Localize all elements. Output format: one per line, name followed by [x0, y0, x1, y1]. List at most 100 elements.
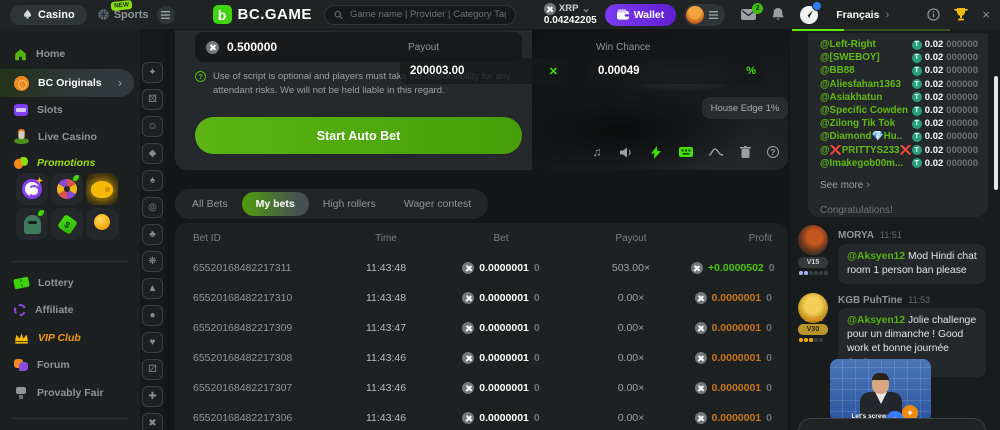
win-chance-input[interactable]: 0.00049 % — [588, 58, 766, 84]
xrp-coin-icon — [695, 322, 707, 334]
hotkeys-keyboard-icon[interactable] — [678, 144, 694, 160]
chat-username[interactable]: KGB PuhTine11:53 — [838, 295, 930, 306]
table-row[interactable]: 65520168482217311 11:43:48 0.00000010 50… — [175, 253, 788, 283]
bet-multiplier: 503.00× — [571, 262, 691, 274]
sidebar-item-forum[interactable]: Forum — [0, 352, 140, 378]
promo-tile-ghost[interactable] — [16, 208, 48, 240]
winner-row[interactable]: @Aliesfahan1363T0.02000000 — [820, 78, 978, 91]
winner-row[interactable]: @Specific CowdenT0.02000000 — [820, 104, 978, 117]
table-row[interactable]: 65520168482217307 11:43:46 0.00000010 0.… — [175, 373, 788, 403]
winner-row[interactable]: @Diamond💎Hu..T0.02000000 — [820, 130, 978, 143]
bet-profit: 0.00000010 — [691, 322, 772, 334]
help-icon[interactable]: ? — [767, 146, 779, 158]
language-selector[interactable]: Français › — [836, 9, 889, 21]
col-time: Time — [341, 233, 431, 244]
see-more-button[interactable]: See more › — [820, 179, 978, 191]
tab-my-bets[interactable]: My bets — [242, 192, 309, 216]
winner-row[interactable]: @❌PRITTYS233❌T0.02000000 — [820, 144, 978, 157]
col-payout: Payout — [571, 233, 691, 244]
game-shortcut-icon[interactable]: ♠ — [142, 170, 163, 191]
winner-row[interactable]: @Zilong Tik TokT0.02000000 — [820, 117, 978, 130]
chat-header-actions: × — [927, 7, 990, 22]
sidebar-item-vip-club[interactable]: VIP Club — [0, 325, 140, 351]
winner-amount: T0.02000000 — [912, 65, 978, 76]
game-shortcut-icon[interactable]: ⚄ — [142, 89, 163, 110]
inbox-button[interactable]: 2 — [741, 9, 756, 20]
game-shortcut-icon[interactable]: ✦ — [142, 62, 163, 83]
collapse-menu-button[interactable] — [157, 6, 175, 24]
winner-name: @BB88 — [820, 65, 855, 76]
music-icon[interactable]: ♫ — [589, 144, 605, 160]
tab-high-rollers[interactable]: High rollers — [309, 192, 390, 216]
promo-tile-coin-drop[interactable] — [86, 208, 118, 240]
game-shortcut-icon[interactable]: ♥ — [142, 332, 163, 353]
payout-input[interactable]: 200003.00 ✕ — [400, 58, 568, 84]
start-auto-bet-button[interactable]: Start Auto Bet — [195, 117, 522, 154]
casino-tab[interactable]: Casino — [10, 5, 87, 25]
sidebar-item-live-casino[interactable]: Live Casino — [0, 124, 140, 150]
promo-tile-spin[interactable] — [16, 173, 48, 205]
game-shortcut-icon[interactable]: ◆ — [142, 143, 163, 164]
sidebar-item-bc-originals[interactable]: BC Originals › — [0, 69, 134, 97]
game-shortcut-icon[interactable]: ● — [142, 305, 163, 326]
tab-wager-contest[interactable]: Wager contest — [390, 192, 485, 216]
winner-row[interactable]: @Imakegob00m...T0.02000000 — [820, 157, 978, 170]
promotions-icon — [14, 157, 28, 170]
info-icon[interactable] — [927, 8, 940, 21]
search-input[interactable] — [350, 9, 506, 20]
game-shortcut-icon[interactable]: ▲ — [142, 278, 163, 299]
trophy-icon[interactable] — [954, 8, 968, 21]
wallet-button[interactable]: Wallet — [605, 4, 677, 26]
sidebar-item-provably-fair[interactable]: Provably Fair — [0, 380, 140, 406]
language-label: Français — [836, 9, 879, 21]
table-row[interactable]: 65520168482217309 11:43:47 0.00000010 0.… — [175, 313, 788, 343]
promo-tile-piggy[interactable] — [86, 173, 118, 205]
sports-tab[interactable]: NEW Sports — [97, 8, 149, 21]
chat-input[interactable] — [798, 418, 986, 430]
logo-text: BC.GAME — [238, 6, 312, 23]
win-chance-label: Win Chance — [596, 42, 650, 53]
live-stats-icon[interactable] — [708, 144, 724, 160]
sound-icon[interactable] — [619, 144, 635, 160]
mention[interactable]: @Aksyen12 — [847, 251, 905, 262]
sidebar-item-lottery[interactable]: Lottery — [0, 270, 140, 296]
mention[interactable]: @Aksyen12 — [847, 315, 905, 326]
winner-row[interactable]: @BB88 T0.02000000 — [820, 64, 978, 77]
game-shortcut-icon[interactable]: ☺ — [142, 116, 163, 137]
chat-username[interactable]: MORYA11:51 — [838, 230, 902, 241]
table-row[interactable]: 65520168482217310 11:43:48 0.00000010 0.… — [175, 283, 788, 313]
promo-tile-wheel[interactable] — [51, 173, 83, 205]
game-shortcut-icon[interactable]: ✚ — [142, 386, 163, 407]
profile-menu[interactable] — [684, 4, 725, 26]
close-chat-icon[interactable]: × — [982, 7, 990, 22]
game-shortcut-icon[interactable]: ✖ — [142, 413, 163, 430]
chat-scrollbar[interactable] — [994, 76, 998, 190]
seed-settings-icon[interactable] — [737, 144, 753, 160]
table-row[interactable]: 65520168482217308 11:43:46 0.00000010 0.… — [175, 343, 788, 373]
sidebar-item-slots[interactable]: Slots — [0, 97, 140, 123]
game-shortcut-icon[interactable]: ◎ — [142, 197, 163, 218]
winner-row[interactable]: @AsiakhatunT0.02000000 — [820, 91, 978, 104]
tab-all-bets[interactable]: All Bets — [178, 192, 242, 216]
bc-game-logo[interactable]: b BC.GAME — [213, 5, 312, 24]
bet-amount: 0.00000010 — [431, 262, 571, 274]
clear-x-icon[interactable]: ✕ — [549, 65, 558, 78]
sidebar-item-affiliate[interactable]: Affiliate — [0, 297, 140, 323]
chat-support-button[interactable] — [800, 6, 818, 24]
chat-message[interactable]: @Aksyen12 Mod Hindi chat room 1 person b… — [838, 244, 986, 284]
sidebar-item-home[interactable]: Home — [0, 41, 140, 67]
search-bar[interactable] — [324, 5, 516, 25]
game-shortcut-icon[interactable]: ❋ — [142, 251, 163, 272]
game-shortcut-icon[interactable]: ⚂ — [142, 359, 163, 380]
turbo-bolt-icon[interactable] — [648, 144, 664, 160]
promo-tile-price-tag[interactable]: $ — [51, 208, 83, 240]
notifications-button[interactable] — [772, 8, 784, 21]
game-shortcut-icon[interactable]: ♣ — [142, 224, 163, 245]
winner-row[interactable]: @[SWEBOY]T0.02000000 — [820, 51, 978, 64]
balance-selector[interactable]: XRP ⌄ 0.04242205 — [544, 3, 597, 26]
winner-row[interactable]: @Left-RightT0.02000000 — [820, 38, 978, 51]
table-row[interactable]: 65520168482217306 11:43:46 0.00000010 0.… — [175, 403, 788, 430]
avatar[interactable] — [798, 225, 828, 255]
chevron-right-icon: › — [885, 9, 889, 21]
winner-amount: T0.02000000 — [912, 79, 978, 90]
